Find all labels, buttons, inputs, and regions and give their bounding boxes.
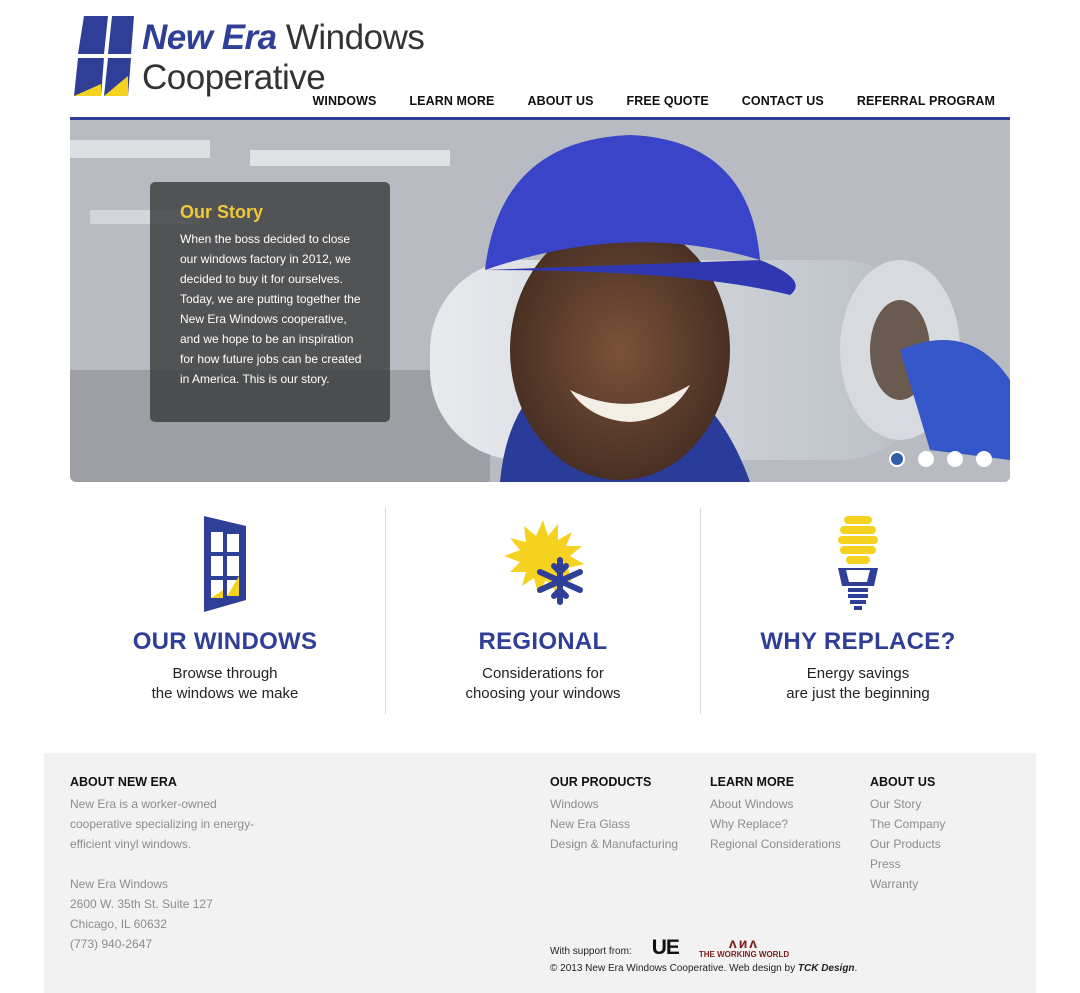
nav-referral-program[interactable]: REFERRAL PROGRAM — [857, 94, 995, 108]
feature-title: WHY REPLACE? — [760, 628, 956, 655]
feature-subtitle-line1: Browse through — [172, 665, 278, 682]
logo-window-icon — [74, 16, 134, 96]
footer-link-our-products[interactable]: Our Products — [870, 834, 945, 854]
slider-dot-4[interactable] — [976, 451, 992, 467]
footer-link-new-era-glass[interactable]: New Era Glass — [550, 814, 678, 834]
footer-link-our-story[interactable]: Our Story — [870, 794, 945, 814]
nav-contact-us[interactable]: CONTACT US — [742, 94, 824, 108]
feature-subtitle-line2: the windows we make — [151, 685, 299, 702]
footer-link-design-manufacturing[interactable]: Design & Manufacturing — [550, 834, 678, 854]
our-story-panel: Our Story When the boss decided to close… — [150, 182, 390, 422]
slider-dot-1[interactable] — [889, 451, 905, 467]
our-story-text: When the boss decided to close our windo… — [180, 232, 362, 386]
nav-windows[interactable]: WINDOWS — [313, 94, 377, 108]
working-world-mark-icon: ᴧᴎᴧ — [728, 935, 760, 951]
feature-title: REGIONAL — [478, 628, 608, 655]
footer-link-warranty[interactable]: Warranty — [870, 874, 945, 894]
copyright: © 2013 New Era Windows Cooperative. Web … — [550, 963, 970, 974]
footer-about: ABOUT NEW ERA New Era is a worker-owned … — [70, 775, 280, 954]
nav-learn-more[interactable]: LEARN MORE — [409, 94, 494, 108]
slider-dot-2[interactable] — [918, 451, 934, 467]
slider-pagination — [889, 451, 992, 467]
site-footer: ABOUT NEW ERA New Era is a worker-owned … — [44, 753, 1036, 993]
footer-link-press[interactable]: Press — [870, 854, 945, 874]
footer-learn-more: LEARN MORE About Windows Why Replace? Re… — [710, 775, 841, 854]
feature-why-replace[interactable]: WHY REPLACE? Energy savings are just the… — [700, 508, 1010, 714]
our-story-title[interactable]: Our Story — [180, 202, 366, 223]
footer-address-name: New Era Windows — [70, 877, 169, 891]
feature-row: OUR WINDOWS Browse through the windows w… — [70, 508, 1010, 714]
footer-about-us: ABOUT US Our Story The Company Our Produ… — [870, 775, 945, 894]
footer-aboutus-heading: ABOUT US — [870, 775, 936, 789]
copyright-suffix: . — [854, 963, 858, 974]
nav-about-us[interactable]: ABOUT US — [527, 94, 593, 108]
footer-address-street: 2600 W. 35th St. Suite 127 — [70, 897, 213, 911]
support-credits: With support from: UE ᴧᴎᴧ THE WORKING WO… — [550, 933, 970, 974]
feature-subtitle-line1: Considerations for — [482, 665, 604, 682]
logo-name-bold: New Era — [142, 18, 277, 57]
feature-subtitle-line2: choosing your windows — [465, 685, 621, 702]
site-header: New Era Windows Cooperative WINDOWS LEAR… — [70, 0, 1010, 122]
feature-regional[interactable]: REGIONAL Considerations for choosing you… — [385, 508, 695, 714]
logo-text: New Era Windows Cooperative — [142, 18, 425, 98]
support-label: With support from: — [550, 946, 632, 957]
footer-link-windows[interactable]: Windows — [550, 794, 678, 814]
working-world-text: THE WORKING WORLD — [698, 950, 790, 959]
hero-slider[interactable]: Our Story When the boss decided to close… — [70, 120, 1010, 482]
nav-free-quote[interactable]: FREE QUOTE — [627, 94, 709, 108]
footer-link-about-windows[interactable]: About Windows — [710, 794, 841, 814]
main-nav: WINDOWS LEARN MORE ABOUT US FREE QUOTE C… — [280, 94, 995, 108]
feature-subtitle-line2: are just the beginning — [786, 685, 930, 702]
site-logo[interactable]: New Era Windows Cooperative — [74, 14, 434, 104]
lightbulb-icon — [838, 516, 878, 610]
footer-link-regional-considerations[interactable]: Regional Considerations — [710, 834, 841, 854]
footer-products: OUR PRODUCTS Windows New Era Glass Desig… — [550, 775, 678, 854]
feature-our-windows[interactable]: OUR WINDOWS Browse through the windows w… — [70, 508, 380, 714]
working-world-logo[interactable]: ᴧᴎᴧ THE WORKING WORLD — [699, 936, 789, 959]
sun-snowflake-icon — [504, 520, 584, 605]
footer-address-city: Chicago, IL 60632 — [70, 917, 167, 931]
footer-phone[interactable]: (773) 940-2647 — [70, 934, 280, 954]
footer-about-text: New Era is a worker-owned cooperative sp… — [70, 797, 255, 851]
window-icon — [204, 516, 246, 612]
footer-about-heading: ABOUT NEW ERA — [70, 775, 177, 789]
logo-name-line2: Cooperative — [142, 58, 326, 97]
footer-products-heading: OUR PRODUCTS — [550, 775, 652, 789]
footer-learn-heading: LEARN MORE — [710, 775, 795, 789]
feature-title: OUR WINDOWS — [132, 628, 318, 655]
footer-link-the-company[interactable]: The Company — [870, 814, 945, 834]
slider-dot-3[interactable] — [947, 451, 963, 467]
ue-logo[interactable]: UE — [652, 937, 680, 959]
feature-subtitle-line1: Energy savings — [806, 665, 910, 682]
logo-name-light: Windows — [285, 18, 425, 57]
designer-link[interactable]: TCK Design — [798, 963, 855, 974]
footer-link-why-replace[interactable]: Why Replace? — [710, 814, 841, 834]
copyright-text: © 2013 New Era Windows Cooperative. Web … — [550, 963, 798, 974]
